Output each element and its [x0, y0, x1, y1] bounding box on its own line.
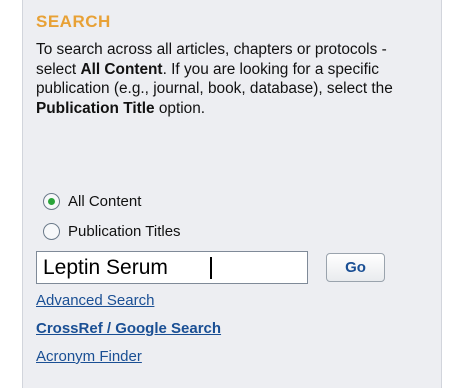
radio-publication-titles[interactable]: [43, 222, 60, 240]
option-all-content[interactable]: All Content: [43, 190, 141, 212]
advanced-search-link[interactable]: Advanced Search: [36, 292, 154, 309]
crossref-google-search-link[interactable]: CrossRef / Google Search: [36, 320, 221, 337]
instructions-bold-publication-title: Publication Title: [36, 99, 155, 117]
option-all-content-label: All Content: [68, 192, 142, 210]
option-publication-titles-label: Publication Titles: [68, 222, 181, 240]
radio-all-content[interactable]: [43, 192, 60, 210]
radio-selected-dot: [48, 197, 55, 205]
instructions-text-3: option.: [154, 99, 206, 117]
instructions-bold-all-content: All Content: [80, 60, 163, 78]
option-publication-titles[interactable]: Publication Titles: [43, 220, 181, 242]
text-cursor: [210, 257, 212, 279]
search-instructions: To search across all articles, chapters …: [36, 40, 428, 118]
search-heading: SEARCH: [36, 12, 111, 31]
search-input[interactable]: [36, 251, 308, 284]
go-button[interactable]: Go: [326, 253, 385, 282]
acronym-finder-link[interactable]: Acronym Finder: [36, 348, 142, 365]
